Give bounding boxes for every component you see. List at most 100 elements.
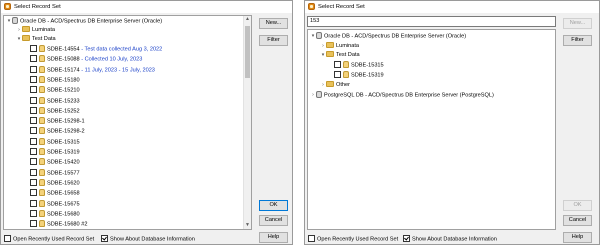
record-item[interactable]: SDBE-15298-2 — [30, 127, 85, 136]
record-checkbox[interactable] — [30, 168, 37, 176]
record-item[interactable]: SDBE-15675 — [30, 199, 80, 209]
record-checkbox[interactable] — [30, 106, 37, 114]
help-button[interactable]: Help — [259, 232, 288, 243]
record-name: SDBE-15319 — [47, 149, 80, 156]
record-item[interactable]: SDBE-15680 — [30, 209, 80, 219]
record-checkbox[interactable] — [334, 61, 341, 68]
record-item[interactable]: SDBE-15319 — [30, 148, 80, 157]
record-checkbox[interactable] — [30, 158, 37, 166]
checkbox-box[interactable] — [101, 235, 108, 242]
record-checkbox[interactable] — [334, 71, 341, 78]
filter-button[interactable]: Filter — [259, 35, 288, 46]
record-set-tree[interactable]: ▾ Oracle DB - ACD/Spectrus DB Enterprise … — [3, 15, 252, 230]
record-set-icon — [39, 86, 45, 94]
record-checkbox[interactable] — [30, 65, 37, 73]
record-item[interactable]: SDBE-15577 — [30, 168, 80, 178]
record-set-icon — [39, 117, 45, 125]
record-checkbox[interactable] — [30, 96, 37, 104]
record-checkbox[interactable] — [30, 75, 37, 83]
tree-node-label: Oracle DB - ACD/Spectrus DB Enterprise S… — [20, 18, 163, 25]
window-title: Select Record Set — [14, 4, 61, 10]
cancel-button[interactable]: Cancel — [563, 215, 592, 226]
record-set-icon — [39, 220, 45, 228]
record-item[interactable]: SDBE-15210 — [30, 86, 80, 95]
new-button[interactable]: New... — [563, 18, 592, 29]
tree-node-other[interactable]: › Other — [320, 81, 350, 90]
checkbox-box[interactable] — [308, 235, 315, 242]
scroll-down-icon[interactable]: ▼ — [244, 222, 251, 229]
record-checkbox[interactable] — [30, 117, 37, 125]
ok-button[interactable]: OK — [563, 200, 592, 211]
checkbox-box[interactable] — [4, 235, 11, 242]
record-name: SDBE-15233 — [47, 97, 80, 104]
ok-button[interactable]: OK — [259, 200, 288, 211]
filter-button[interactable]: Filter — [563, 35, 592, 46]
record-name: SDBE-15180 — [47, 77, 80, 84]
folder-icon — [326, 42, 334, 49]
record-name: SDBE-14554 — [47, 46, 80, 53]
record-checkbox[interactable] — [30, 199, 37, 207]
record-set-icon — [39, 148, 45, 155]
record-set-icon — [39, 65, 45, 73]
record-item[interactable]: SDBE-15252 — [30, 106, 80, 116]
record-item[interactable]: SDBE-15680 #2 — [30, 220, 87, 229]
show-about-checkbox[interactable]: Show About Database Information — [403, 235, 497, 244]
database-icon — [316, 91, 322, 98]
record-item[interactable]: SDBE-14554 - Test data collected Aug 3, … — [30, 45, 162, 54]
record-checkbox[interactable] — [30, 189, 37, 197]
record-item[interactable]: SDBE-15180 — [30, 75, 80, 85]
tree-node-oracle-db[interactable]: ▾ Oracle DB - ACD/Spectrus DB Enterprise … — [6, 17, 162, 26]
record-name: SDBE-15298-2 — [47, 128, 85, 135]
record-name: SDBE-15680 #2 — [47, 221, 88, 228]
record-name: SDBE-15210 — [47, 87, 80, 94]
record-set-icon — [39, 55, 45, 63]
record-item[interactable]: SDBE-15174 - 11 July, 2023 - 15 July, 20… — [30, 65, 155, 75]
record-item[interactable]: SDBE-15088 - Collected 10 July, 2023 — [30, 55, 142, 64]
record-checkbox[interactable] — [30, 55, 37, 63]
record-checkbox[interactable] — [30, 178, 37, 186]
checkbox-box[interactable] — [403, 235, 410, 242]
show-about-checkbox[interactable]: Show About Database Information — [101, 235, 195, 244]
record-item[interactable]: SDBE-15420 — [30, 158, 80, 167]
record-item[interactable]: SDBE-15620 — [30, 178, 80, 188]
record-set-icon — [39, 178, 45, 186]
record-checkbox[interactable] — [30, 137, 37, 145]
record-name: SDBE-15252 — [47, 108, 80, 115]
record-set-tree[interactable]: ▾ Oracle DB - ACD/Spectrus DB Enterprise … — [307, 29, 556, 230]
record-name: SDBE-15315 — [351, 62, 384, 69]
scrollbar-thumb[interactable] — [245, 26, 250, 78]
record-checkbox[interactable] — [30, 209, 37, 217]
select-record-set-dialog-filtered: Select Record Set 153 ▾ Oracle DB - ACD/S… — [304, 0, 600, 245]
tree-node-test-data[interactable]: ▾ Test Data — [320, 51, 360, 60]
record-item[interactable]: SDBE-15658 — [30, 189, 80, 198]
select-record-set-dialog: Select Record Set ▾ Oracle DB - ACD/Spect… — [0, 0, 293, 245]
tree-node-postgresql-db[interactable]: › PostgreSQL DB - ACD/Spectrus DB Enterpr… — [310, 91, 494, 100]
record-item[interactable]: SDBE-15233 — [30, 96, 80, 106]
tree-node-luminata[interactable]: › Luminata — [16, 26, 55, 35]
record-item[interactable]: SDBE-15319 — [334, 71, 384, 80]
record-item[interactable]: SDBE-15315 — [30, 137, 80, 147]
help-button[interactable]: Help — [563, 232, 592, 243]
tree-node-label: Luminata — [32, 27, 56, 33]
record-checkbox[interactable] — [30, 220, 37, 228]
record-checkbox[interactable] — [30, 148, 37, 155]
app-icon — [4, 3, 11, 10]
record-name: SDBE-15658 — [47, 190, 80, 197]
new-button[interactable]: New... — [259, 18, 288, 29]
record-description: - Test data collected Aug 3, 2022 — [81, 46, 163, 53]
tree-node-test-data[interactable]: ▾ Test Data — [16, 35, 56, 44]
vertical-scrollbar[interactable]: ▲ ▼ — [243, 16, 251, 229]
record-checkbox[interactable] — [30, 45, 37, 52]
record-item[interactable]: SDBE-15315 — [334, 61, 384, 70]
open-recent-checkbox[interactable]: Open Recently Used Record Set — [4, 235, 94, 244]
scroll-up-icon[interactable]: ▲ — [244, 16, 251, 23]
tree-node-oracle-db[interactable]: ▾ Oracle DB - ACD/Spectrus DB Enterprise … — [310, 32, 466, 41]
record-checkbox[interactable] — [30, 127, 37, 135]
tree-node-luminata[interactable]: › Luminata — [320, 42, 359, 51]
record-item[interactable]: SDBE-15298-1 — [30, 117, 85, 126]
record-set-icon — [39, 158, 45, 166]
record-checkbox[interactable] — [30, 86, 37, 94]
cancel-button[interactable]: Cancel — [259, 215, 288, 226]
open-recent-checkbox[interactable]: Open Recently Used Record Set — [308, 235, 398, 244]
search-input[interactable]: 153 — [307, 16, 556, 27]
